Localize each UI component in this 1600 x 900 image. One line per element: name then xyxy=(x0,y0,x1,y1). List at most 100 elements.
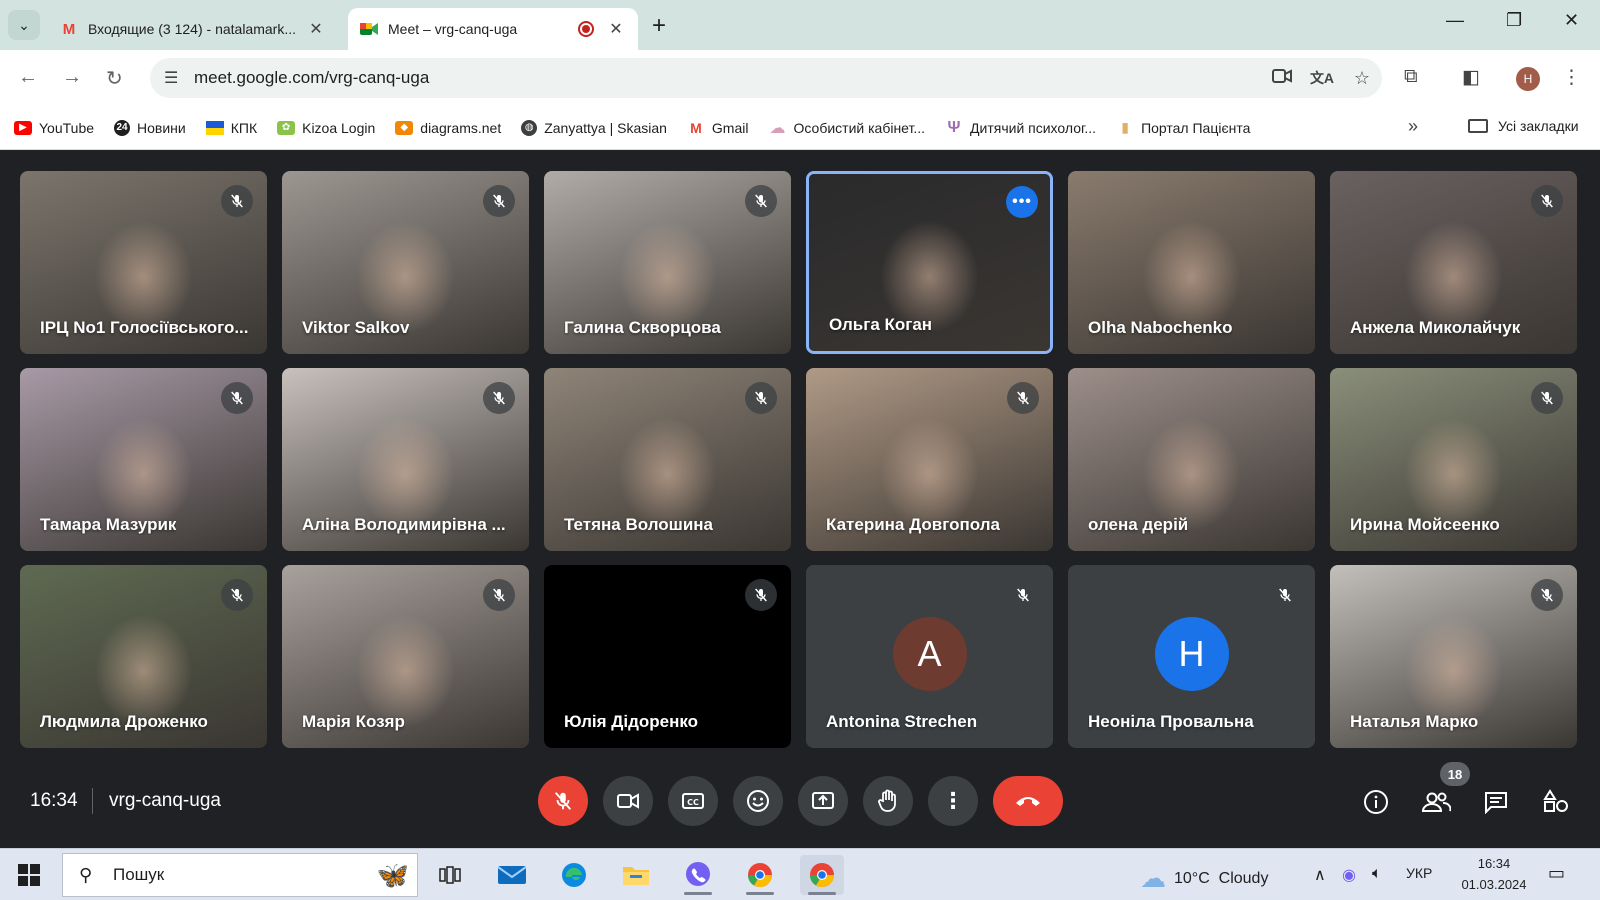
people-icon xyxy=(1421,792,1451,812)
participant-name: Марія Козяр xyxy=(302,712,405,731)
participant-tile[interactable]: Ирина Мойсеенко xyxy=(1330,368,1577,551)
participant-tile[interactable]: Марія Козяр xyxy=(282,565,529,748)
mic-off-icon xyxy=(1007,579,1039,611)
activities-button[interactable] xyxy=(1540,786,1572,818)
bookmark-patient-portal[interactable]: ▮ Портал Пацієнта xyxy=(1116,119,1250,136)
tab-title: Meet – vrg-canq-uga xyxy=(388,21,518,37)
leave-call-button[interactable] xyxy=(993,776,1063,826)
reactions-button[interactable] xyxy=(733,776,783,826)
bookmark-diagrams[interactable]: ◆ diagrams.net xyxy=(395,120,501,136)
participant-name: Галина Скворцова xyxy=(564,318,721,337)
tray-chevron-up-icon[interactable]: ∧ xyxy=(1314,865,1326,885)
chrome-app-icon-1[interactable] xyxy=(738,855,782,895)
participant-tile[interactable]: Юлія Дідоренко xyxy=(544,565,791,748)
participant-tile[interactable]: Катерина Довгопола xyxy=(806,368,1053,551)
activities-icon xyxy=(1543,789,1568,812)
bookmark-cabinet[interactable]: ☁ Особистий кабінет... xyxy=(768,120,925,137)
mail-app-icon[interactable] xyxy=(490,855,534,895)
edge-browser-icon[interactable] xyxy=(552,855,596,895)
browser-toolbar: ← → ↻ ☰ meet.google.com/vrg-canq-uga 文A … xyxy=(0,50,1600,106)
bookmark-psychologist[interactable]: Ψ Дитячий психолог... xyxy=(945,119,1097,136)
participant-tile[interactable]: ••• Ольга Коган xyxy=(806,171,1053,354)
participant-name: Анжела Миколайчук xyxy=(1350,318,1521,337)
chat-button[interactable] xyxy=(1480,786,1512,818)
address-bar[interactable]: ☰ meet.google.com/vrg-canq-uga 文A ☆ xyxy=(150,58,1382,98)
extensions-icon[interactable]: ⧉ xyxy=(1404,66,1418,88)
participant-tile[interactable]: Аліна Володимирівна ... xyxy=(282,368,529,551)
participant-tile[interactable]: Наталья Марко xyxy=(1330,565,1577,748)
volume-icon[interactable]: 🔈︎ xyxy=(1372,865,1382,883)
camera-toggle-button[interactable] xyxy=(603,776,653,826)
more-vert-icon: ⋮ xyxy=(942,788,964,813)
mic-off-icon xyxy=(745,579,777,611)
bookmark-skasian[interactable]: ◍ Zanyattya | Skasian xyxy=(521,119,667,136)
tab-search-button[interactable]: ⌄ xyxy=(8,10,40,40)
camera-permission-icon[interactable] xyxy=(1262,68,1302,89)
profile-avatar[interactable]: H xyxy=(1516,67,1540,91)
bookmark-gmail[interactable]: M Gmail xyxy=(687,120,748,136)
bookmark-youtube[interactable]: ▶ YouTube xyxy=(14,120,94,136)
new-tab-button[interactable]: + xyxy=(652,12,666,40)
close-tab-icon[interactable]: ✕ xyxy=(606,19,626,39)
task-view-icon[interactable] xyxy=(428,855,472,895)
more-bookmarks-icon[interactable]: » xyxy=(1408,116,1418,137)
participant-tile[interactable]: Тетяна Волошина xyxy=(544,368,791,551)
mic-toggle-button[interactable] xyxy=(538,776,588,826)
minimize-icon[interactable]: — xyxy=(1446,10,1464,31)
present-icon xyxy=(812,792,834,809)
participant-tile[interactable]: Галина Скворцова xyxy=(544,171,791,354)
forward-icon[interactable]: → xyxy=(62,66,82,89)
meeting-details-button[interactable] xyxy=(1360,786,1392,818)
all-bookmarks-button[interactable]: Усі закладки xyxy=(1468,118,1579,134)
file-explorer-icon[interactable] xyxy=(614,855,658,895)
search-icon: ⚲ xyxy=(79,864,93,885)
more-options-button[interactable]: ⋮ xyxy=(928,776,978,826)
tile-more-options-icon[interactable]: ••• xyxy=(1006,186,1038,218)
taskbar-search[interactable]: ⚲ Пошук 🦋 xyxy=(62,853,418,897)
close-tab-icon[interactable]: ✕ xyxy=(306,19,326,39)
language-indicator[interactable]: УКР xyxy=(1406,865,1432,881)
viber-tray-icon[interactable]: ◉ xyxy=(1342,865,1356,885)
participant-name: Людмила Дроженко xyxy=(40,712,208,731)
participant-tile[interactable]: Людмила Дроженко xyxy=(20,565,267,748)
participant-tile[interactable]: Olha Nabochenko xyxy=(1068,171,1315,354)
participant-name: Тамара Мазурик xyxy=(40,515,177,534)
bookmark-kpk[interactable]: КПК xyxy=(205,120,257,136)
taskbar-clock[interactable]: 16:34 01.03.2024 xyxy=(1454,853,1534,895)
chrome-app-icon-2[interactable] xyxy=(800,855,844,895)
menu-kebab-icon[interactable]: ⋮ xyxy=(1562,66,1581,89)
windows-start-icon[interactable] xyxy=(18,864,40,886)
emoji-icon xyxy=(747,790,769,812)
side-panel-icon[interactable]: ◧ xyxy=(1462,66,1480,89)
weather-widget[interactable]: ☁ 10°C Cloudy xyxy=(1140,863,1268,894)
participant-name: Тетяна Волошина xyxy=(564,515,713,534)
url-text[interactable]: meet.google.com/vrg-canq-uga xyxy=(194,68,1262,88)
participant-tile[interactable]: Тамара Мазурик xyxy=(20,368,267,551)
bookmark-news[interactable]: 24 Новини xyxy=(114,119,186,136)
people-button[interactable] xyxy=(1420,786,1452,818)
present-screen-button[interactable] xyxy=(798,776,848,826)
participant-tile[interactable]: H Неоніла Провальна xyxy=(1068,565,1315,748)
participant-name: Olha Nabochenko xyxy=(1088,318,1233,337)
participant-tile[interactable]: ІРЦ No1 Голосіївського... xyxy=(20,171,267,354)
participant-tile[interactable]: A Antonina Strechen xyxy=(806,565,1053,748)
tab-meet[interactable]: Meet – vrg-canq-uga ✕ xyxy=(348,8,638,50)
viber-app-icon[interactable] xyxy=(676,855,720,895)
participant-tile[interactable]: Анжела Миколайчук xyxy=(1330,171,1577,354)
bookmark-kizoa[interactable]: ✿ Kizoa Login xyxy=(277,120,375,136)
translate-icon[interactable]: 文A xyxy=(1302,68,1342,88)
meeting-code: vrg-canq-uga xyxy=(109,790,221,811)
participant-tile[interactable]: Viktor Salkov xyxy=(282,171,529,354)
back-icon[interactable]: ← xyxy=(18,66,38,89)
participant-tile[interactable]: олена дерій xyxy=(1068,368,1315,551)
reload-icon[interactable]: ↻ xyxy=(106,66,123,91)
notification-icon[interactable]: ▭ xyxy=(1548,863,1565,884)
mic-off-icon xyxy=(1531,185,1563,217)
captions-button[interactable]: CC xyxy=(668,776,718,826)
bookmark-star-icon[interactable]: ☆ xyxy=(1342,68,1382,89)
site-info-icon[interactable]: ☰ xyxy=(164,68,184,88)
close-window-icon[interactable]: ✕ xyxy=(1564,10,1579,31)
tab-gmail[interactable]: M Входящие (3 124) - natalamark... ✕ xyxy=(48,8,338,50)
restore-icon[interactable]: ❐ xyxy=(1506,10,1522,31)
raise-hand-button[interactable] xyxy=(863,776,913,826)
